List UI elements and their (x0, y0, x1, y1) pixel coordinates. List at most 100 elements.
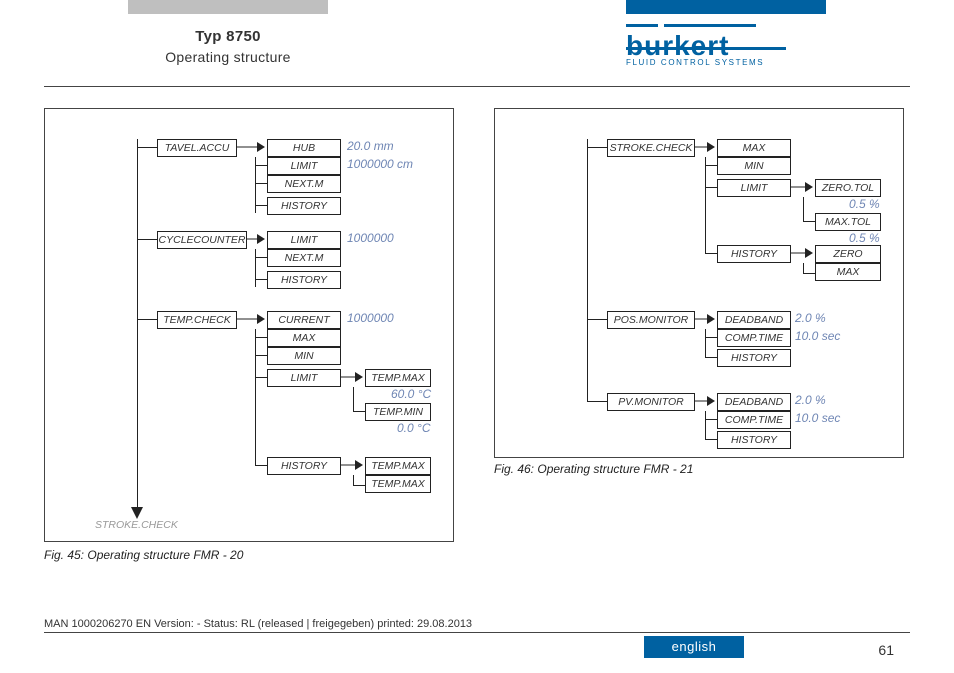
backbone-vline (587, 139, 588, 401)
node-cyclecounter: CYCLECOUNTER (157, 231, 247, 249)
footer-note: MAN 1000206270 EN Version: - Status: RL … (44, 618, 472, 630)
arrow-right-icon (237, 313, 265, 325)
node-sc-limit: LIMIT (717, 179, 791, 197)
node-pm-deadband: DEADBAND (717, 311, 791, 329)
node-history: HISTORY (267, 197, 341, 215)
value-cc-limit: 1000000 (347, 231, 394, 245)
arrow-right-icon (237, 141, 265, 153)
accent-bar-blue (626, 0, 826, 14)
connector (353, 387, 354, 411)
connector (353, 411, 365, 412)
value-sc-maxtol: 0.5 % (849, 231, 880, 245)
backbone-vline (137, 139, 138, 515)
logo-tagline: FLUID CONTROL SYSTEMS (626, 58, 826, 67)
node-tavelaccu: TAVEL.ACCU (157, 139, 237, 157)
connector (803, 273, 815, 274)
figure-45-frame: TAVEL.ACCU HUB LIMIT NEXT.M HISTORY 20.0… (44, 108, 454, 542)
node-posmonitor: POS.MONITOR (607, 311, 695, 329)
value-tc-tempmin: 0.0 °C (397, 421, 430, 435)
connector (353, 475, 354, 485)
value-tc-current: 1000000 (347, 311, 394, 325)
connector (705, 187, 717, 188)
node-pv-comptime: COMP.TIME (717, 411, 791, 429)
node-tc-current: CURRENT (267, 311, 341, 329)
node-sc-zerotol: ZERO.TOL (815, 179, 881, 197)
node-nextm: NEXT.M (267, 175, 341, 193)
node-cc-nextm: NEXT.M (267, 249, 341, 267)
logo-accent-lines (626, 24, 826, 34)
node-pm-history: HISTORY (717, 349, 791, 367)
value-limit: 1000000 cm (347, 157, 413, 171)
connector (587, 401, 607, 402)
value-hub: 20.0 mm (347, 139, 394, 153)
node-pm-comptime: COMP.TIME (717, 329, 791, 347)
top-accent-bars (0, 0, 954, 14)
language-badge: english (644, 636, 744, 658)
arrow-right-icon (791, 181, 813, 193)
connector (803, 197, 804, 221)
value-pv-deadband: 2.0 % (795, 393, 826, 407)
arrow-right-icon (695, 395, 715, 407)
connector (137, 147, 157, 148)
connector (255, 465, 267, 466)
connector (137, 239, 157, 240)
value-tc-tempmax: 60.0 °C (391, 387, 431, 401)
doc-type-number: Typ 8750 (128, 28, 328, 45)
connector (705, 337, 717, 338)
node-sc-history: HISTORY (717, 245, 791, 263)
connector (705, 253, 717, 254)
arrow-right-icon (247, 233, 265, 245)
connector (705, 357, 717, 358)
arrow-right-icon (695, 313, 715, 325)
node-strokecheck: STROKE.CHECK (607, 139, 695, 157)
node-tc-max: MAX (267, 329, 341, 347)
node-sc-hist-max: MAX (815, 263, 881, 281)
connector (255, 355, 267, 356)
node-tc-limit-tempmax: TEMP.MAX (365, 369, 431, 387)
connector (255, 337, 267, 338)
node-sc-hist-zero: ZERO (815, 245, 881, 263)
node-cc-limit: LIMIT (267, 231, 341, 249)
node-hub: HUB (267, 139, 341, 157)
figure-46-frame: STROKE.CHECK MAX MIN LIMIT ZERO.TOL MAX.… (494, 108, 904, 458)
accent-bar-gray (128, 0, 328, 14)
page-number: 61 (878, 642, 894, 658)
value-pm-deadband: 2.0 % (795, 311, 826, 325)
figure-45-caption: Fig. 45: Operating structure FMR - 20 (44, 548, 243, 562)
connector (587, 319, 607, 320)
connector (705, 329, 706, 357)
connector (255, 165, 267, 166)
node-tempcheck: TEMP.CHECK (157, 311, 237, 329)
arrow-right-icon (695, 141, 715, 153)
connector (803, 263, 804, 273)
connector (255, 377, 267, 378)
arrow-right-icon (341, 371, 363, 383)
header-title-block: Typ 8750 Operating structure (128, 28, 328, 65)
connector (255, 205, 267, 206)
arrow-right-icon (341, 459, 363, 471)
connector (255, 183, 267, 184)
connector (803, 221, 815, 222)
connector (255, 279, 267, 280)
connector (705, 165, 717, 166)
connector (705, 411, 706, 439)
connector (705, 157, 706, 253)
node-sc-max: MAX (717, 139, 791, 157)
node-tc-hist-tempmax2: TEMP.MAX (365, 475, 431, 493)
doc-section-name: Operating structure (128, 49, 328, 65)
node-sc-maxtol: MAX.TOL (815, 213, 881, 231)
connector (353, 485, 365, 486)
value-pv-comptime: 10.0 sec (795, 411, 840, 425)
node-sc-min: MIN (717, 157, 791, 175)
node-tc-limit-tempmin: TEMP.MIN (365, 403, 431, 421)
node-pv-history: HISTORY (717, 431, 791, 449)
value-pm-comptime: 10.0 sec (795, 329, 840, 343)
node-tc-history: HISTORY (267, 457, 341, 475)
node-cc-history: HISTORY (267, 271, 341, 289)
node-limit: LIMIT (267, 157, 341, 175)
node-tc-limit: LIMIT (267, 369, 341, 387)
node-pv-deadband: DEADBAND (717, 393, 791, 411)
footer-rule (44, 632, 910, 633)
header-rule (44, 86, 910, 87)
connector (255, 329, 256, 465)
